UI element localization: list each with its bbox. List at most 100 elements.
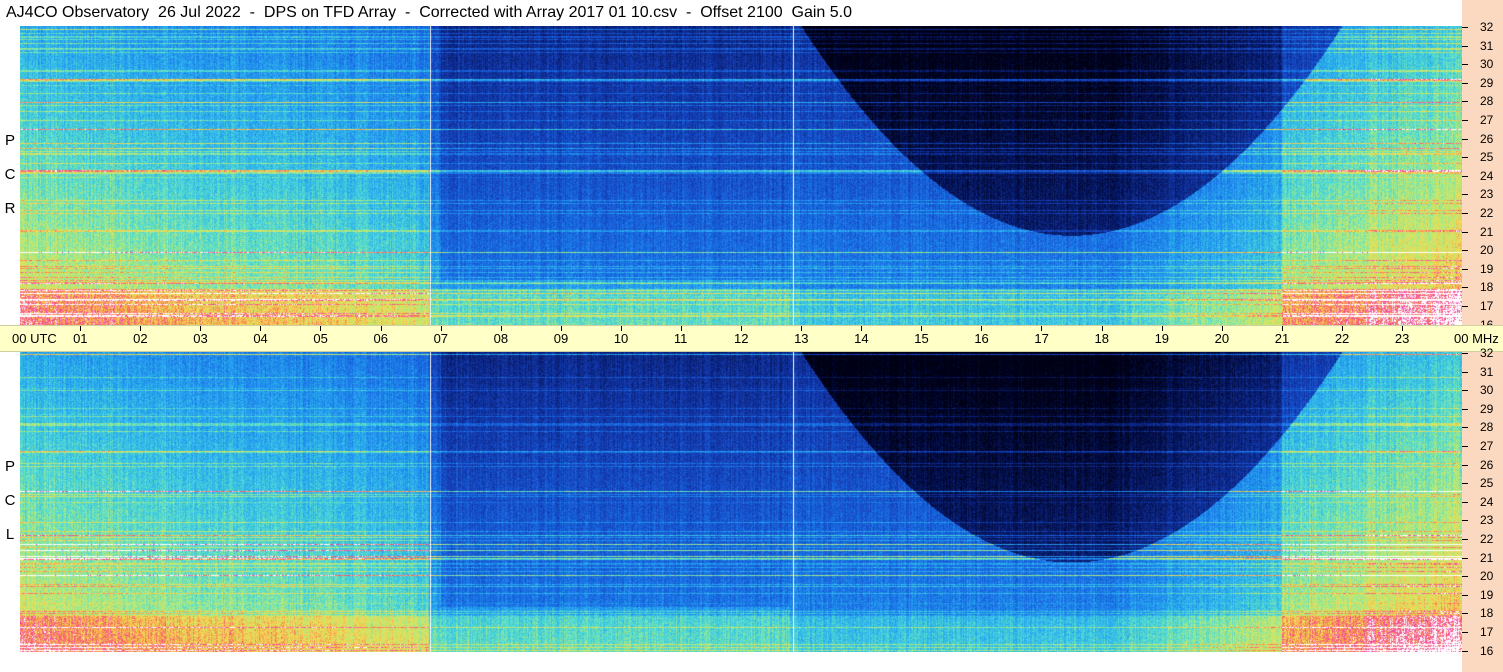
utc-hour-label: 01 — [73, 331, 88, 346]
rcp-letter-2: C — [4, 166, 16, 183]
lcp-mhz-tick — [1462, 483, 1468, 485]
rcp-spectrogram — [20, 26, 1462, 325]
utc-hour-label: 20 — [1214, 331, 1230, 346]
rcp-letter-1: P — [4, 132, 15, 149]
lcp-mhz-label: 28 — [1480, 420, 1494, 435]
utc-hour-label: 12 — [734, 331, 749, 346]
utc-hour-tick — [1401, 326, 1403, 331]
lcp-mhz-tick — [1462, 594, 1468, 596]
rcp-mhz-label: 26 — [1480, 131, 1494, 146]
lcp-mhz-tick — [1462, 539, 1468, 540]
utc-hour-tick — [1221, 326, 1223, 331]
lcp-mhz-tick — [1462, 427, 1468, 429]
utc-hour-label: 13 — [794, 331, 809, 346]
lcp-mhz-label: 31 — [1480, 364, 1494, 379]
lcp-mhz-label: 24 — [1480, 494, 1494, 509]
utc-hour-label: 00 MHz — [1454, 331, 1499, 346]
rcp-mhz-tick — [1462, 306, 1468, 307]
lcp-mhz-label: 18 — [1480, 606, 1494, 621]
rcp-mhz-label: 29 — [1480, 75, 1494, 90]
utc-hour-tick — [801, 326, 803, 331]
rcp-mhz-label: 27 — [1480, 113, 1494, 127]
rcp-mhz-label: 17 — [1480, 299, 1494, 313]
rcp-mhz-label: 25 — [1480, 150, 1494, 165]
utc-hour-label: 23 — [1394, 331, 1410, 346]
rcp-letter-3: R — [4, 200, 16, 217]
lcp-letter-3: L — [5, 526, 15, 543]
lcp-mhz-tick — [1462, 390, 1468, 392]
rcp-mhz-tick — [1462, 268, 1468, 270]
rcp-mhz-tick — [1462, 250, 1468, 252]
rcp-mhz-tick — [1462, 45, 1468, 47]
rcp-mhz-label: 24 — [1480, 168, 1494, 183]
utc-hour-label: 05 — [313, 331, 328, 346]
utc-hour-tick — [80, 326, 82, 331]
utc-hour-tick — [140, 326, 142, 331]
utc-hour-label: 11 — [673, 331, 688, 346]
utc-hour-label: 00 UTC — [12, 331, 57, 346]
lcp-mhz-label: 21 — [1480, 550, 1494, 565]
lcp-mhz-label: 26 — [1480, 457, 1494, 472]
rcp-mhz-tick — [1462, 27, 1468, 28]
utc-hour-tick — [320, 326, 322, 331]
utc-hour-label: 21 — [1274, 331, 1290, 346]
lcp-mhz-tick — [1462, 464, 1468, 466]
rcp-mhz-tick — [1462, 213, 1468, 214]
lcp-mhz-tick — [1462, 576, 1468, 578]
rcp-mhz-axis: 3231302928272625242322212019181716 — [1462, 0, 1503, 331]
utc-hour-tick — [200, 326, 202, 331]
utc-hour-label: 02 — [133, 331, 148, 346]
rcp-mhz-label: 22 — [1480, 206, 1494, 220]
lcp-mhz-label: 22 — [1480, 532, 1494, 546]
lcp-mhz-label: 17 — [1480, 625, 1494, 639]
lcp-side-label: P C L — [0, 352, 20, 672]
utc-hour-label: 17 — [1034, 331, 1049, 346]
utc-hour-tick — [1041, 326, 1043, 331]
rcp-mhz-label: 32 — [1480, 20, 1494, 34]
utc-hour-label: 03 — [193, 331, 208, 346]
rcp-mhz-tick — [1462, 120, 1468, 121]
utc-hour-tick — [440, 326, 442, 331]
utc-hour-tick — [500, 326, 502, 331]
rcp-mhz-tick — [1462, 138, 1468, 140]
lcp-mhz-label: 25 — [1480, 476, 1494, 491]
lcp-mhz-tick — [1462, 446, 1468, 447]
rcp-mhz-tick — [1462, 287, 1468, 289]
rcp-mhz-tick — [1462, 231, 1468, 233]
utc-hour-label: 08 — [493, 331, 509, 346]
utc-hour-tick — [921, 326, 923, 331]
lcp-mhz-label: 23 — [1480, 513, 1494, 528]
utc-time-axis: 00 UTC 01 02 03 04 05 06 07 08 09 10 11 12 13 14 15 16 17… — [0, 325, 1503, 352]
lcp-mhz-tick — [1462, 520, 1468, 522]
rcp-mhz-label: 20 — [1480, 243, 1494, 258]
rcp-mhz-label: 21 — [1480, 224, 1494, 239]
lcp-mhz-label: 32 — [1480, 346, 1494, 360]
utc-hour-tick — [1101, 326, 1103, 331]
utc-hour-label: 15 — [914, 331, 929, 346]
utc-hour-tick — [1281, 326, 1283, 331]
lcp-spectrogram — [20, 352, 1462, 652]
utc-hour-label: 10 — [613, 331, 629, 346]
utc-hour-tick — [861, 326, 863, 331]
utc-hour-tick — [260, 326, 262, 331]
lcp-mhz-label: 30 — [1480, 383, 1494, 398]
rcp-mhz-label: 28 — [1480, 94, 1494, 109]
utc-hour-label: 06 — [373, 331, 388, 346]
utc-hour-tick — [560, 326, 562, 331]
utc-hour-tick — [981, 326, 983, 331]
rcp-side-label: P C R — [0, 26, 20, 325]
lcp-mhz-label: 16 — [1480, 643, 1494, 658]
lcp-mhz-tick — [1462, 650, 1468, 652]
utc-hour-label: 09 — [553, 331, 569, 346]
lcp-letter-2: C — [4, 492, 16, 509]
rcp-spectrogram-canvas — [20, 26, 1462, 325]
lcp-mhz-label: 19 — [1480, 587, 1494, 602]
lcp-mhz-axis: 32 31 30 29 28 27 26 25 24 23 22 21 20 19 18 17 16 — [1462, 347, 1503, 672]
lcp-mhz-tick — [1462, 408, 1468, 410]
utc-hour-label: 14 — [854, 331, 869, 346]
rcp-mhz-label: 19 — [1480, 261, 1494, 276]
rcp-mhz-tick — [1462, 82, 1468, 84]
lcp-mhz-label: 29 — [1480, 401, 1494, 416]
utc-hour-tick — [1161, 326, 1163, 331]
lcp-mhz-tick — [1462, 371, 1468, 373]
